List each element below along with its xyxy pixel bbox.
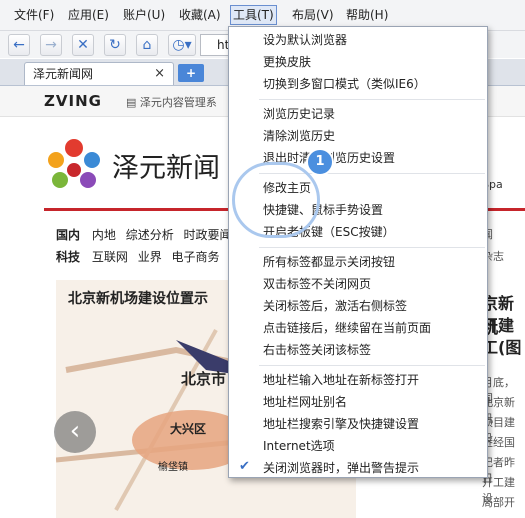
nav-link[interactable]: 时政要闻 [184,228,232,242]
menu-help[interactable]: 帮助(H) [344,6,390,24]
menu-item-search-engine-settings[interactable]: 地址栏搜索引擎及快捷键设置 [263,413,485,435]
menu-separator [259,365,485,366]
feature-title: 北京新机场建设位置示 [68,291,208,307]
menu-file[interactable]: 文件(F) [12,6,56,24]
tab-label: 泽元新闻网 [33,67,94,81]
map-label-daxing: 大兴区 [170,422,207,436]
menu-item-url-alias[interactable]: 地址栏网址别名 [263,391,485,413]
close-icon: ✕ [77,37,89,53]
menu-item-exit-warning[interactable]: 关闭浏览器时，弹出警告提示 [263,457,485,479]
tools-dropdown-menu: 设为默认浏览器 更换皮肤 切换到多窗口模式（类似IE6） 浏览历史记录 清除浏览… [228,26,488,478]
nav-head-tech[interactable]: 科技 [56,250,80,264]
map-label-town: 榆垡镇 [158,462,188,473]
forward-button[interactable]: → [40,34,62,56]
arrow-right-icon: → [45,37,57,53]
nav-link[interactable]: 内地 [92,228,116,242]
arrow-left-icon: ← [13,37,25,53]
step-badge: 1 [306,148,334,176]
nav-row-domestic: 国内 内地 综述分析 时政要闻 [56,226,238,243]
nav-link[interactable]: 电子商务 [172,250,220,264]
tab-close-icon[interactable]: × [154,63,165,85]
site-logo-icon [48,139,100,188]
new-tab-button[interactable]: + [178,64,204,82]
menu-item-stay-on-page[interactable]: 点击链接后，继续留在当前页面 [263,317,485,339]
menu-item-internet-options[interactable]: Internet选项 [263,435,485,457]
nav-link[interactable]: 互联网 [92,250,128,264]
nav-head-domestic[interactable]: 国内 [56,228,80,242]
history-icon: ◷▾ [172,37,192,53]
menu-item-change-skin[interactable]: 更换皮肤 [263,51,485,73]
menu-item-activate-right-tab[interactable]: 关闭标签后，激活右侧标签 [263,295,485,317]
site-name: 泽元新闻 [112,153,220,184]
menu-item-rightclick-close-tab[interactable]: 右击标签关闭该标签 [263,339,485,361]
menu-item-clear-history[interactable]: 清除浏览历史 [263,125,485,147]
menu-item-dblclick-no-close[interactable]: 双击标签不关闭网页 [263,273,485,295]
tab-zeyuan-news[interactable]: 泽元新闻网 × [24,62,174,85]
menu-layout[interactable]: 布局(V) [290,6,336,24]
checkmark-icon: ✔ [239,459,250,474]
cms-link-label: 泽元内容管理系 [139,96,217,109]
menu-account[interactable]: 账户(U) [121,6,167,24]
history-button[interactable]: ◷▾ [168,34,196,56]
home-icon: ⌂ [142,37,152,53]
refresh-icon: ↻ [109,37,121,53]
menu-separator [259,247,485,248]
nav-link[interactable]: 综述分析 [126,228,174,242]
menu-item-show-close-buttons[interactable]: 所有标签都显示关闭按钮 [263,251,485,273]
article-snippet: 局部开 [482,496,515,509]
menu-favorites[interactable]: 收藏(A) [177,6,223,24]
menu-item-multi-window-mode[interactable]: 切换到多窗口模式（类似IE6） [263,73,485,95]
menu-tools[interactable]: 工具(T) [230,5,277,25]
home-button[interactable]: ⌂ [136,34,158,56]
chevron-left-icon: ‹ [69,416,81,446]
menu-item-address-new-tab[interactable]: 地址栏输入地址在新标签打开 [263,369,485,391]
map-label-beijing: 北京市 [181,370,227,388]
homepage-highlight-circle [232,162,320,238]
nav-row-tech: 科技 互联网 业界 电子商务 [56,248,226,265]
carousel-prev-button[interactable]: ‹ [54,411,96,453]
zving-logo[interactable]: ZVING [44,92,102,110]
menu-separator [259,99,485,100]
menu-item-browsing-history[interactable]: 浏览历史记录 [263,103,485,125]
stop-button[interactable]: ✕ [72,34,94,56]
back-button[interactable]: ← [8,34,30,56]
cms-link[interactable]: ▤ 泽元内容管理系 [126,94,217,110]
menu-item-set-default-browser[interactable]: 设为默认浏览器 [263,29,485,51]
menu-apps[interactable]: 应用(E) [66,6,111,24]
refresh-button[interactable]: ↻ [104,34,126,56]
nav-link[interactable]: 业界 [138,250,162,264]
